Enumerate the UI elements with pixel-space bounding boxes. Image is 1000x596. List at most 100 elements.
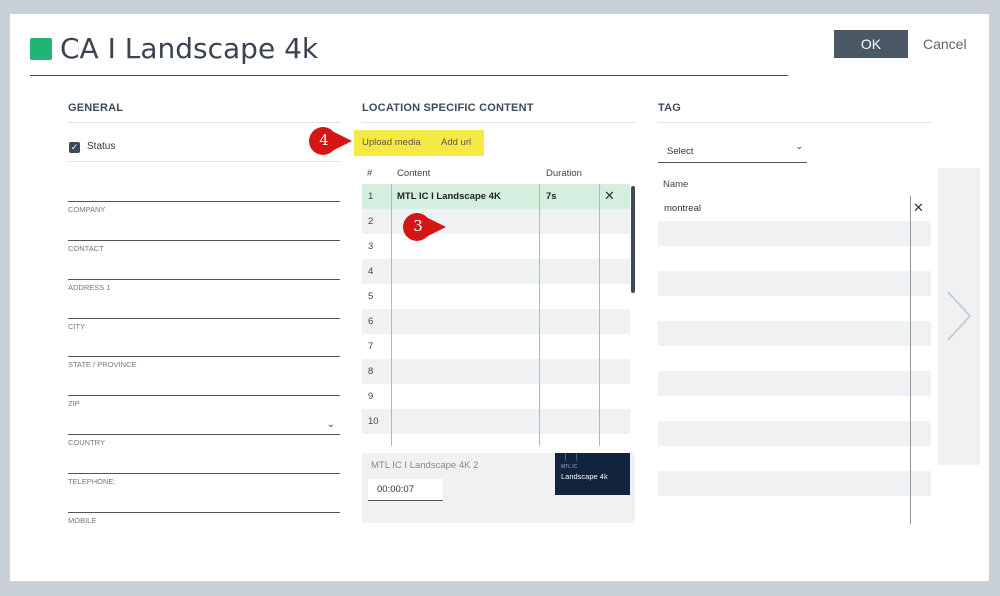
- tag-column-divider: [910, 196, 911, 524]
- status-checkbox[interactable]: ✓: [69, 142, 80, 153]
- content-preview-panel: MTL IC I Landscape 4K 2 MTL IC Landscape…: [362, 453, 635, 523]
- column-header-name: Name: [663, 179, 689, 190]
- tag-row[interactable]: [658, 396, 931, 421]
- field-label: CONTACT: [68, 244, 104, 253]
- column-header-content: Content: [397, 168, 431, 179]
- row-content: MTL IC I Landscape 4K: [397, 191, 501, 202]
- add-url-link[interactable]: Add url: [441, 137, 471, 148]
- cancel-button[interactable]: Cancel: [923, 36, 967, 52]
- table-row[interactable]: 5: [362, 284, 630, 309]
- field-label: COUNTRY: [68, 438, 105, 447]
- table-row[interactable]: 10: [362, 409, 630, 434]
- row-number: 1: [368, 191, 374, 202]
- location-color-swatch: [30, 38, 52, 60]
- field-state-province[interactable]: STATE / PROVINCE: [68, 341, 340, 379]
- general-divider: [68, 122, 340, 123]
- tag-row[interactable]: [658, 271, 931, 296]
- field-company[interactable]: COMPANY: [68, 186, 340, 224]
- field-label: CITY: [68, 322, 86, 331]
- table-row[interactable]: 1 MTL IC I Landscape 4K 7s ✕: [362, 184, 630, 209]
- chevron-down-icon: ⌄: [795, 141, 803, 151]
- duration-input[interactable]: [368, 479, 443, 501]
- callout-marker-3: 3: [402, 212, 446, 242]
- callout-number: 3: [413, 217, 423, 235]
- row-number: 10: [368, 416, 379, 427]
- field-label: ADDRESS 1: [68, 283, 111, 292]
- media-thumbnail[interactable]: MTL IC Landscape 4k: [555, 453, 630, 495]
- tag-select-value: Select: [667, 146, 694, 157]
- table-row[interactable]: 8: [362, 359, 630, 384]
- row-duration: 7s: [546, 191, 557, 202]
- column-divider: [599, 184, 600, 446]
- row-number: 2: [368, 216, 374, 227]
- table-row[interactable]: 9: [362, 384, 630, 409]
- location-content-divider: [362, 122, 635, 123]
- content-scrollbar[interactable]: [631, 186, 635, 293]
- upload-media-link[interactable]: Upload media: [362, 137, 421, 148]
- callout-marker-4: 4: [308, 126, 352, 156]
- field-underline: [68, 434, 340, 435]
- tag-row[interactable]: [658, 471, 931, 496]
- page-title: CA I Landscape 4k: [60, 32, 319, 65]
- remove-row-button[interactable]: ✕: [604, 188, 615, 204]
- general-heading: GENERAL: [68, 102, 124, 114]
- chevron-right-icon: [947, 291, 972, 341]
- field-underline: [68, 240, 340, 241]
- field-underline: [68, 395, 340, 396]
- tag-row[interactable]: [658, 446, 931, 471]
- next-button[interactable]: [938, 168, 980, 465]
- table-row[interactable]: 7: [362, 334, 630, 359]
- ok-button[interactable]: OK: [834, 30, 908, 58]
- table-row[interactable]: [362, 434, 630, 446]
- tag-row[interactable]: [658, 496, 931, 521]
- chevron-down-icon: ⌄: [326, 419, 335, 430]
- status-label: Status: [87, 141, 116, 152]
- field-underline: [68, 201, 340, 202]
- tag-row[interactable]: [658, 221, 931, 246]
- row-number: 3: [368, 241, 374, 252]
- row-number: 4: [368, 266, 374, 277]
- column-header-number: #: [367, 168, 373, 179]
- thumbnail-logo: [565, 453, 577, 461]
- tag-row[interactable]: [658, 421, 931, 446]
- field-underline: [68, 512, 340, 513]
- row-number: 5: [368, 291, 374, 302]
- row-number: 6: [368, 316, 374, 327]
- tag-row[interactable]: [658, 371, 931, 396]
- column-divider: [539, 184, 540, 446]
- column-divider: [391, 184, 392, 446]
- field-zip[interactable]: ZIP: [68, 380, 340, 418]
- field-label: MOBILE: [68, 516, 97, 525]
- tag-row[interactable]: [658, 246, 931, 271]
- tag-heading: TAG: [658, 102, 682, 114]
- tag-select[interactable]: Select ⌄: [658, 138, 807, 163]
- field-country[interactable]: COUNTRY ⌄: [68, 419, 340, 457]
- table-row[interactable]: 4: [362, 259, 630, 284]
- close-icon[interactable]: ✕: [913, 200, 924, 216]
- field-contact[interactable]: CONTACT: [68, 225, 340, 263]
- tag-row[interactable]: [658, 296, 931, 321]
- field-city[interactable]: CITY: [68, 303, 340, 341]
- tag-divider: [658, 122, 931, 123]
- status-row[interactable]: ✓ Status: [68, 140, 340, 162]
- row-number: 8: [368, 366, 374, 377]
- table-row[interactable]: 6: [362, 309, 630, 334]
- tag-row[interactable]: [658, 321, 931, 346]
- field-mobile[interactable]: MOBILE: [68, 497, 340, 535]
- field-underline: [68, 318, 340, 319]
- column-header-duration: Duration: [546, 168, 582, 179]
- edit-location-dialog: CA I Landscape 4k OK Cancel GENERAL ✓ St…: [10, 14, 989, 581]
- tag-row[interactable]: montreal ✕: [658, 196, 931, 221]
- location-content-heading: LOCATION SPECIFIC CONTENT: [362, 102, 534, 114]
- callout-number: 4: [319, 131, 329, 149]
- field-address-1[interactable]: ADDRESS 1: [68, 264, 340, 302]
- field-underline: [68, 473, 340, 474]
- thumbnail-caption-small: MTL IC: [561, 464, 578, 470]
- tag-name: montreal: [664, 203, 701, 214]
- field-label: ZIP: [68, 399, 80, 408]
- dialog-title-row: CA I Landscape 4k: [30, 32, 788, 76]
- preview-media-name: MTL IC I Landscape 4K 2: [371, 460, 479, 471]
- field-telephone[interactable]: TELEPHONE:: [68, 458, 340, 496]
- field-underline: [68, 356, 340, 357]
- tag-row[interactable]: [658, 346, 931, 371]
